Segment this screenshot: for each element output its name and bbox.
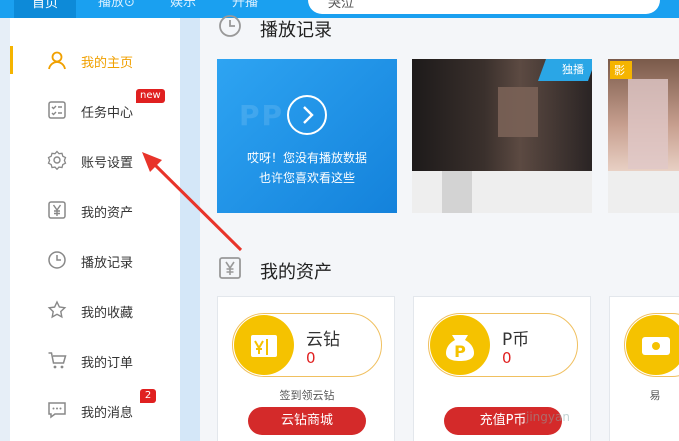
annotation-arrow-icon xyxy=(142,152,243,252)
